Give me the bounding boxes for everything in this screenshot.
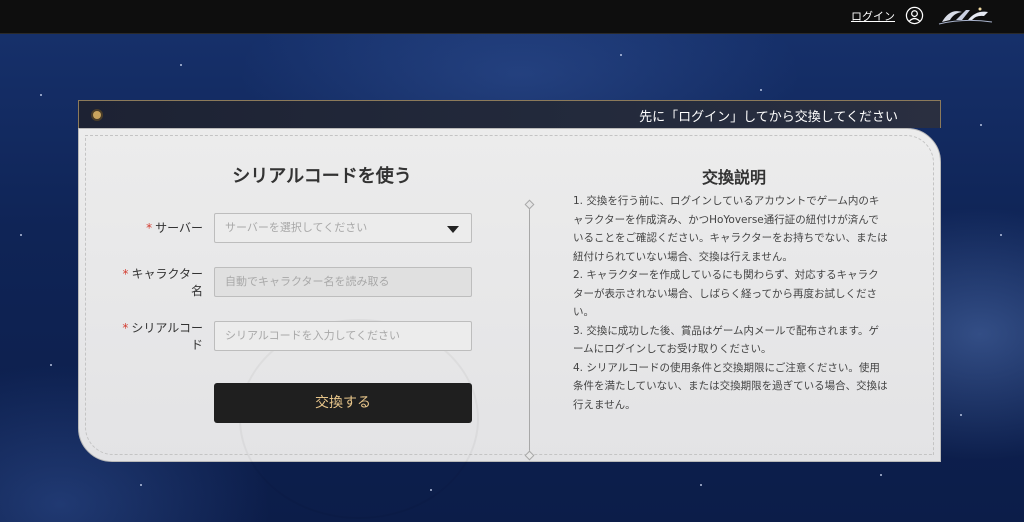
server-label-text: サーバー [155,221,203,235]
login-link[interactable]: ログイン [851,8,895,24]
redeem-panel: 先に「ログイン」してから交換してください シリアルコードを使う * サーバー サー… [78,100,941,519]
form-title: シリアルコードを使う [232,166,412,187]
code-label-line2: ド [190,338,203,352]
code-label-line1: シリアルコー [131,321,203,335]
serial-code-input[interactable]: シリアルコードを入力してください [214,321,472,351]
panel-body: シリアルコードを使う * サーバー サーバーを選択してください * キャラクター 名… [78,128,941,519]
required-mark: * [122,321,129,335]
game-logo[interactable] [936,4,994,28]
instruction-item: 4. シリアルコードの使用条件と交換期限にご注意ください。使用条件を満たしていな… [573,361,888,411]
character-placeholder: 自動でキャラクター名を読み取る [225,275,390,288]
instructions-scroll-area[interactable]: 1. 交換を行う前に、ログインしているアカウントでゲーム内のキャラクターを作成済… [573,192,888,434]
header-ornament-icon [93,111,101,119]
required-mark: * [146,221,153,235]
code-placeholder: シリアルコードを入力してください [225,329,401,342]
required-mark: * [122,267,129,281]
server-label: * サーバー [119,220,203,237]
instructions-title: 交換説明 [701,168,766,187]
login-notice: 先に「ログイン」してから交換してください [639,110,898,125]
character-label-line2: 名 [190,284,203,298]
panel-header: 先に「ログイン」してから交換してください [78,100,941,128]
server-select[interactable]: サーバーを選択してください [214,213,472,243]
top-bar: ログイン [0,0,1024,34]
server-placeholder: サーバーを選択してください [225,221,368,234]
user-circle-icon[interactable] [905,6,924,25]
code-label: * シリアルコー ド [109,320,203,354]
instruction-item: 2. キャラクターを作成しているにも関わらず、対応するキャラクターが表示されない… [573,269,879,318]
vertical-divider [529,205,530,455]
redeem-button[interactable]: 交換する [214,383,472,423]
character-label: * キャラクター 名 [109,266,203,300]
chevron-down-icon [447,226,459,233]
character-name-field: 自動でキャラクター名を読み取る [214,267,472,297]
instruction-item: 3. 交換に成功した後、賞品はゲーム内メールで配布されます。ゲームにログインして… [573,324,879,356]
character-label-line1: キャラクター [131,267,203,281]
instruction-item: 1. 交換を行う前に、ログインしているアカウントでゲーム内のキャラクターを作成済… [573,195,888,263]
